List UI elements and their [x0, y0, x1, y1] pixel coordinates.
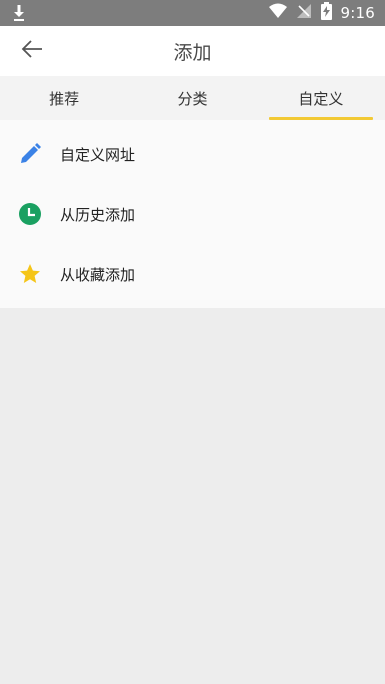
clock-icon: [18, 202, 42, 226]
status-time: 9:16: [340, 4, 375, 22]
pencil-icon: [18, 142, 42, 166]
list-item-from-history[interactable]: 从历史添加: [0, 184, 385, 244]
star-icon: [18, 262, 42, 286]
custom-options-list: 自定义网址 从历史添加 从收藏添加: [0, 120, 385, 308]
page-title: 添加: [173, 41, 212, 64]
tab-label: 自定义: [298, 89, 344, 108]
wifi-icon: [268, 3, 287, 23]
tab-label: 分类: [177, 89, 208, 108]
list-item-label: 从历史添加: [60, 205, 136, 224]
app-bar: 添加: [0, 26, 385, 76]
tab-custom[interactable]: 自定义: [257, 76, 385, 120]
tab-categories[interactable]: 分类: [128, 76, 256, 120]
list-item-from-favorites[interactable]: 从收藏添加: [0, 244, 385, 304]
tab-bar: 推荐 分类 自定义: [0, 76, 385, 120]
status-bar: 9:16: [0, 0, 385, 26]
download-icon: [12, 4, 26, 22]
list-item-label: 从收藏添加: [60, 265, 136, 284]
battery-charging-icon: [320, 2, 332, 24]
tab-label: 推荐: [49, 89, 80, 108]
list-item-custom-url[interactable]: 自定义网址: [0, 124, 385, 184]
signal-icon: [296, 3, 312, 23]
tab-recommended[interactable]: 推荐: [0, 76, 128, 120]
list-item-label: 自定义网址: [60, 145, 136, 164]
